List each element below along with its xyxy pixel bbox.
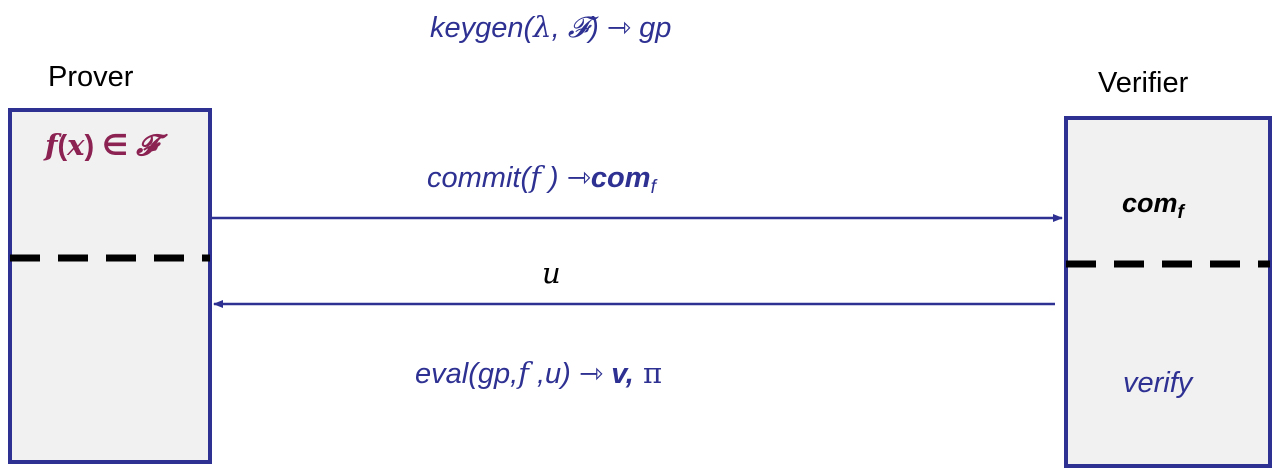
diagram-lines	[10, 214, 1270, 308]
